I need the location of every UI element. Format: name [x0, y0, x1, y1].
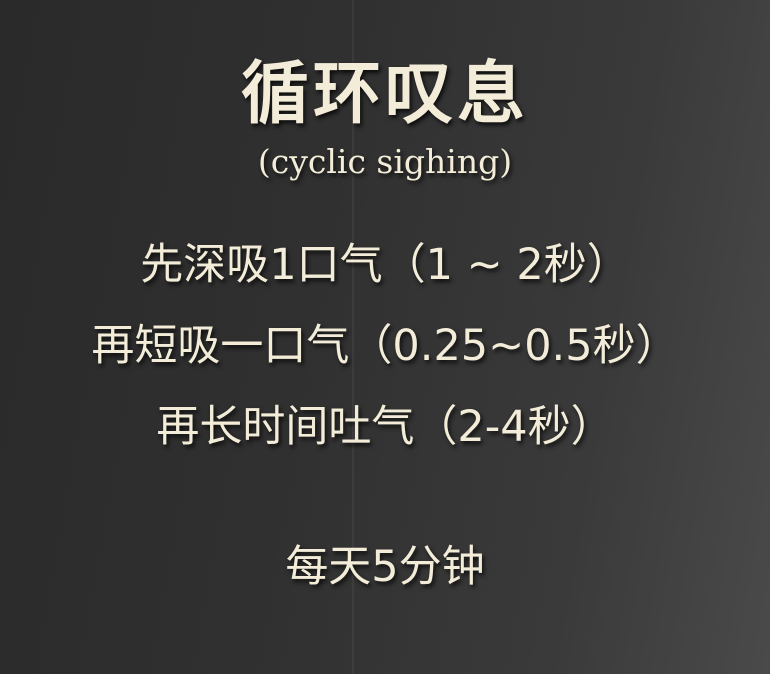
slide-title: 循环叹息: [240, 55, 529, 134]
slide-subtitle: (cyclic sighing): [257, 142, 513, 181]
step-short-inhale: 再短吸一口气（0.25~0.5秒）: [91, 321, 679, 371]
step-deep-inhale: 先深吸1口气（1 ~ 2秒）: [140, 240, 630, 290]
daily-duration: 每天5分钟: [285, 542, 485, 592]
step-long-exhale: 再长时间吐气（2-4秒）: [156, 402, 614, 452]
slide: 循环叹息 (cyclic sighing) 先深吸1口气（1 ~ 2秒） 再短吸…: [0, 0, 770, 674]
